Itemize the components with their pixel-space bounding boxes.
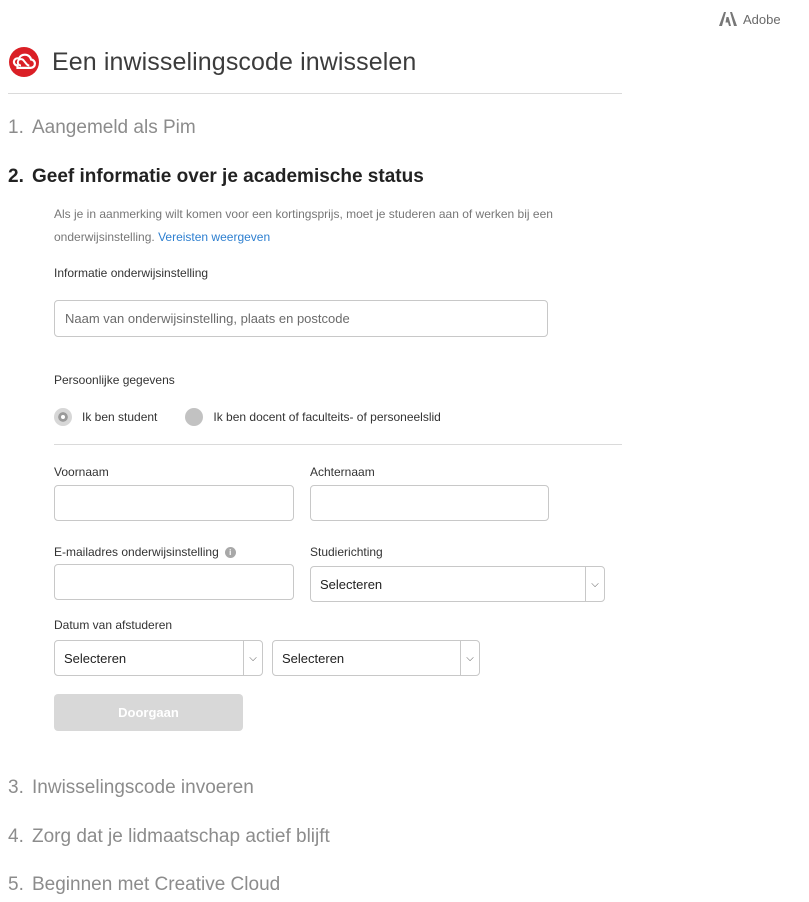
adobe-brand: Adobe: [719, 10, 809, 28]
chevron-down-icon: ⌵: [585, 567, 604, 601]
description-text: Als je in aanmerking wilt komen voor een…: [54, 207, 553, 244]
personal-label: Persoonlijke gegevens: [54, 373, 175, 387]
teacher-radio-label: Ik ben docent of faculteits- of personee…: [213, 410, 441, 424]
email-label-text: E-mailadres onderwijsinstelling: [54, 545, 219, 559]
step-label: Inwisselingscode invoeren: [32, 777, 254, 798]
continue-button[interactable]: Doorgaan: [54, 694, 243, 731]
step-number: 1.: [8, 117, 24, 138]
student-radio[interactable]: [54, 408, 72, 426]
last-name-input[interactable]: [310, 485, 549, 521]
page-title: Een inwisselingscode inwisselen: [52, 47, 417, 76]
personal-divider: [54, 444, 622, 445]
adobe-logo-icon: [719, 12, 737, 26]
study-select-value: Selecteren: [320, 576, 383, 592]
step-label: Geef informatie over je academische stat…: [32, 166, 424, 187]
graduation-label: Datum van afstuderen: [54, 618, 173, 632]
page-header: Een inwisselingscode inwisselen: [8, 46, 416, 78]
institution-input[interactable]: [54, 300, 548, 337]
step-label: Aangemeld als Pim: [32, 117, 196, 138]
graduation-month-select[interactable]: Selecteren ⌵: [54, 640, 263, 676]
step-2: 2. Geef informatie over je academische s…: [8, 166, 424, 188]
step-number: 2.: [8, 166, 24, 187]
step-1[interactable]: 1. Aangemeld als Pim: [8, 117, 196, 139]
last-name-label: Achternaam: [310, 465, 375, 479]
first-name-input[interactable]: [54, 485, 294, 521]
step-number: 5.: [8, 874, 24, 895]
info-icon[interactable]: i: [224, 547, 236, 559]
institution-label: Informatie onderwijsinstelling: [54, 266, 209, 280]
step-3: 3. Inwisselingscode invoeren: [8, 777, 254, 799]
brand-name: Adobe: [743, 11, 781, 27]
header-divider: [8, 93, 622, 94]
step-label: Beginnen met Creative Cloud: [32, 874, 281, 895]
requirements-link[interactable]: Vereisten weergeven: [158, 230, 270, 244]
graduation-month-value: Selecteren: [64, 650, 127, 666]
first-name-label: Voornaam: [54, 465, 109, 479]
teacher-radio[interactable]: [185, 408, 204, 426]
student-radio-label: Ik ben student: [82, 410, 158, 424]
graduation-year-value: Selecteren: [282, 650, 345, 666]
email-label: E-mailadres onderwijsinstelling i: [54, 545, 236, 559]
creative-cloud-icon: [9, 47, 39, 77]
step-5: 5. Beginnen met Creative Cloud: [8, 874, 280, 896]
chevron-down-icon: ⌵: [460, 641, 479, 675]
role-radio-group: Ik ben student Ik ben docent of facultei…: [54, 408, 441, 426]
graduation-year-select[interactable]: Selecteren ⌵: [272, 640, 480, 676]
email-input[interactable]: [54, 564, 294, 600]
study-label: Studierichting: [310, 545, 383, 559]
step-4: 4. Zorg dat je lidmaatschap actief blijf…: [8, 826, 330, 848]
step-number: 4.: [8, 826, 24, 847]
step-number: 3.: [8, 777, 24, 798]
step-label: Zorg dat je lidmaatschap actief blijft: [32, 826, 330, 847]
academic-description: Als je in aanmerking wilt komen voor een…: [54, 203, 614, 249]
chevron-down-icon: ⌵: [243, 641, 262, 675]
study-select[interactable]: Selecteren ⌵: [310, 566, 605, 602]
